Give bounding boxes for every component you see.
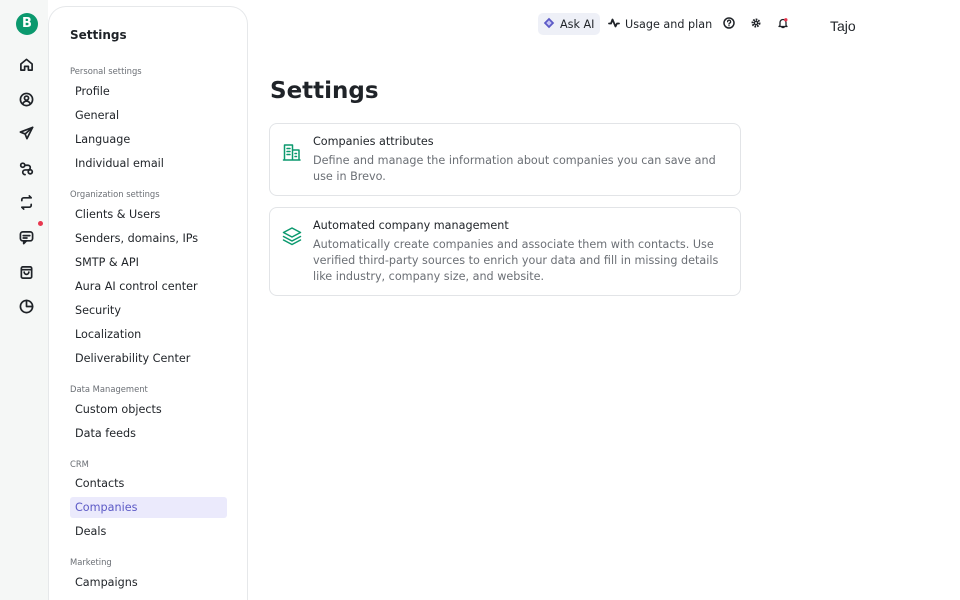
automated-company-management-card[interactable]: Automated company management Automatical… [269,207,741,296]
sidebar-item-language[interactable]: Language [70,129,227,150]
sidebar-item-custom-objects[interactable]: Custom objects [70,399,227,420]
usage-label: Usage and plan [625,17,713,31]
section-label-data-management: Data Management [70,384,148,394]
page-title: Settings [270,78,379,104]
card-description: Automatically create companies and assoc… [313,238,719,283]
section-label-marketing: Marketing [70,557,112,567]
settings-sidebar: Settings Personal settings Profile Gener… [48,6,248,600]
sidebar-item-data-feeds[interactable]: Data feeds [70,423,227,444]
help-icon[interactable] [722,16,736,30]
usage-and-plan-button[interactable]: Usage and plan [608,13,712,35]
sidebar-item-senders[interactable]: Senders, domains, IPs [70,228,227,249]
card-title: Companies attributes [313,135,434,148]
sidebar-item-individual-email[interactable]: Individual email [70,153,227,174]
activity-icon [608,17,620,32]
companies-attributes-card[interactable]: Companies attributes Define and manage t… [269,123,741,196]
gear-icon[interactable] [749,16,763,30]
chat-icon[interactable] [17,228,35,246]
section-label-personal: Personal settings [70,66,142,76]
sidebar-item-general[interactable]: General [70,105,227,126]
sidebar-item-companies[interactable]: Companies [70,497,227,518]
brevo-logo[interactable]: B [16,13,38,35]
sidebar-item-contacts[interactable]: Contacts [70,473,227,494]
section-label-organization: Organization settings [70,189,160,199]
send-icon[interactable] [17,124,35,142]
card-description: Define and manage the information about … [313,154,716,183]
sidebar-item-profile[interactable]: Profile [70,81,227,102]
sidebar-item-deals[interactable]: Deals [70,521,227,542]
sidebar-item-deliverability[interactable]: Deliverability Center [70,348,227,369]
layers-icon [282,226,302,246]
ask-ai-label: Ask AI [560,17,595,31]
sidebar-title: Settings [70,28,127,42]
building-icon [282,142,302,162]
reports-icon[interactable] [17,297,35,315]
home-icon[interactable] [17,55,35,73]
ask-ai-button[interactable]: Ask AI [538,13,601,35]
shopping-bag-icon[interactable] [17,263,35,281]
sidebar-item-aura-ai[interactable]: Aura AI control center [70,276,227,297]
automation-icon[interactable] [17,159,35,177]
transfer-icon[interactable] [17,193,35,211]
section-label-crm: CRM [70,459,89,469]
sparkle-icon [543,17,555,32]
app-rail: B [0,0,48,600]
card-title: Automated company management [313,219,509,232]
bell-icon[interactable] [776,16,790,30]
sidebar-item-smtp-api[interactable]: SMTP & API [70,252,227,273]
contacts-icon[interactable] [17,90,35,108]
sidebar-item-localization[interactable]: Localization [70,324,227,345]
sidebar-item-campaigns[interactable]: Campaigns [70,572,227,593]
user-name[interactable]: Tajo [830,18,856,34]
sidebar-item-security[interactable]: Security [70,300,227,321]
notification-dot [38,221,43,226]
sidebar-item-clients-users[interactable]: Clients & Users [70,204,227,225]
